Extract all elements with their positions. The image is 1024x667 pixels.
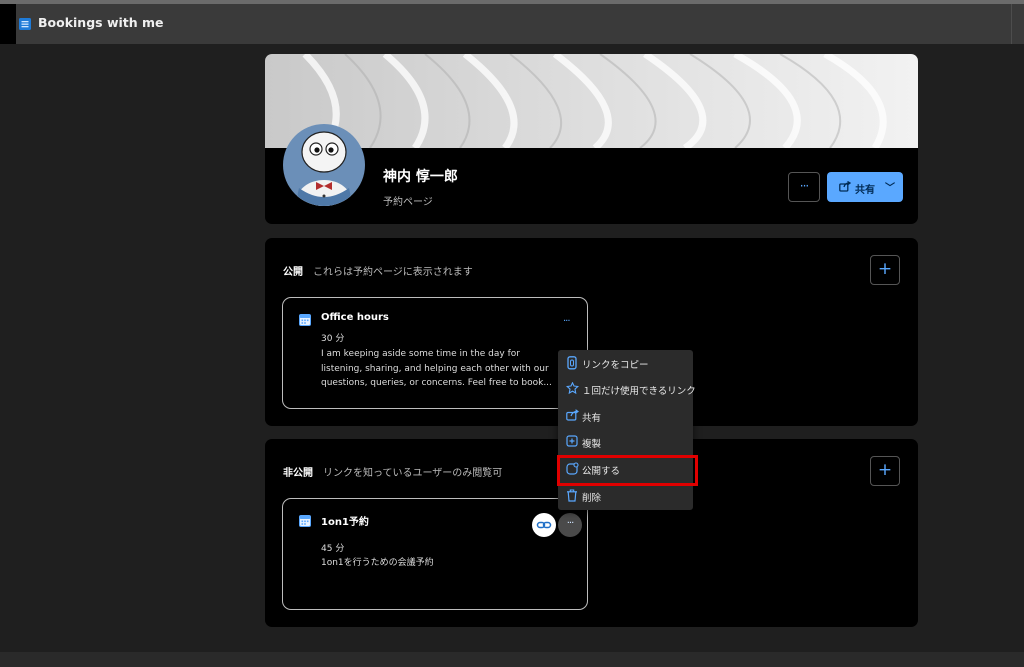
share-icon bbox=[566, 409, 579, 421]
service-card-1on1[interactable]: 1on1予約 45 分 1on1を行うための会議予約 ··· bbox=[282, 498, 588, 610]
bookings-app-icon bbox=[19, 18, 31, 30]
share-icon bbox=[839, 181, 851, 192]
service-duration: 30 分 bbox=[321, 334, 345, 344]
menu-item-label: リンクをコピー bbox=[582, 360, 649, 371]
profile-more-button[interactable]: ··· bbox=[788, 172, 820, 202]
calendar-icon bbox=[299, 314, 311, 326]
profile-name: 神内 惇一郎 bbox=[383, 169, 458, 185]
service-title: Office hours bbox=[321, 312, 389, 323]
highlight-box bbox=[557, 455, 698, 486]
private-section-description: リンクを知っているユーザーのみ閲覧可 bbox=[323, 468, 503, 479]
banner-image bbox=[265, 54, 918, 148]
menu-item-label: 削除 bbox=[582, 493, 602, 504]
menu-item-label: １回だけ使用できるリンク bbox=[582, 386, 696, 397]
calendar-icon bbox=[299, 515, 311, 527]
public-section-header: 公開 これらは予約ページに表示されます bbox=[283, 263, 473, 278]
menu-item-label: 複製 bbox=[582, 439, 602, 450]
delete-icon bbox=[567, 489, 577, 502]
public-section-title: 公開 bbox=[283, 267, 303, 278]
menu-item-share[interactable]: 共有 bbox=[558, 403, 693, 429]
public-add-button[interactable]: + bbox=[870, 255, 900, 285]
profile-subtitle: 予約ページ bbox=[383, 197, 433, 208]
service-card-office-hours[interactable]: Office hours 30 分 I am keeping aside som… bbox=[282, 297, 588, 409]
public-section-description: これらは予約ページに表示されます bbox=[313, 267, 473, 278]
menu-item-copy-link[interactable]: リンクをコピー bbox=[558, 350, 693, 376]
one-time-link-icon bbox=[566, 382, 579, 395]
copy-link-button[interactable] bbox=[532, 513, 556, 537]
service-description: 1on1を行うための会議予約 bbox=[321, 558, 434, 568]
service-more-button[interactable]: ··· bbox=[558, 513, 582, 537]
bottom-strip bbox=[0, 652, 1024, 667]
menu-item-label: 共有 bbox=[582, 413, 602, 424]
context-menu: リンクをコピー １回だけ使用できるリンク 共有 複製 公開する 削除 bbox=[558, 350, 696, 510]
duplicate-icon bbox=[566, 435, 578, 447]
avatar bbox=[283, 124, 365, 206]
menu-item-duplicate[interactable]: 複製 bbox=[558, 429, 693, 455]
top-bar-left-block bbox=[0, 4, 16, 44]
top-bar: Bookings with me bbox=[0, 0, 1024, 44]
private-section-header: 非公開 リンクを知っているユーザーのみ閲覧可 bbox=[283, 464, 502, 479]
menu-item-one-time-link[interactable]: １回だけ使用できるリンク bbox=[558, 376, 696, 402]
private-section-title: 非公開 bbox=[283, 468, 313, 479]
service-description: I am keeping aside some time in the day … bbox=[321, 349, 552, 388]
share-button[interactable]: 共有 ﹀ bbox=[827, 172, 903, 202]
menu-item-delete[interactable]: 削除 bbox=[558, 483, 693, 509]
profile-card: 神内 惇一郎 予約ページ ··· 共有 ﹀ bbox=[265, 54, 918, 224]
private-add-button[interactable]: + bbox=[870, 456, 900, 486]
top-bar-right-edge bbox=[1011, 4, 1024, 44]
service-title: 1on1予約 bbox=[321, 517, 369, 528]
share-button-label: 共有 bbox=[855, 185, 875, 196]
link-icon bbox=[536, 521, 552, 529]
service-more-button[interactable]: ··· bbox=[563, 316, 570, 327]
chevron-down-icon: ﹀ bbox=[885, 183, 895, 194]
service-duration: 45 分 bbox=[321, 544, 345, 554]
app-title: Bookings with me bbox=[38, 15, 164, 30]
copy-link-icon bbox=[567, 356, 577, 370]
